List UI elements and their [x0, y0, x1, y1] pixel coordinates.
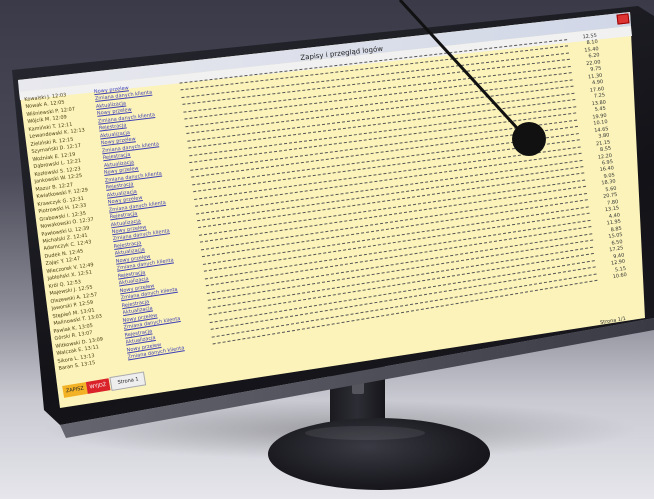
- monitor-photo: Zapisy i przegląd logów Kowalski J. 12:0…: [0, 0, 654, 499]
- callout-pointer: [398, 0, 530, 142]
- callout-line: [398, 0, 530, 142]
- callout-dot: [512, 122, 546, 156]
